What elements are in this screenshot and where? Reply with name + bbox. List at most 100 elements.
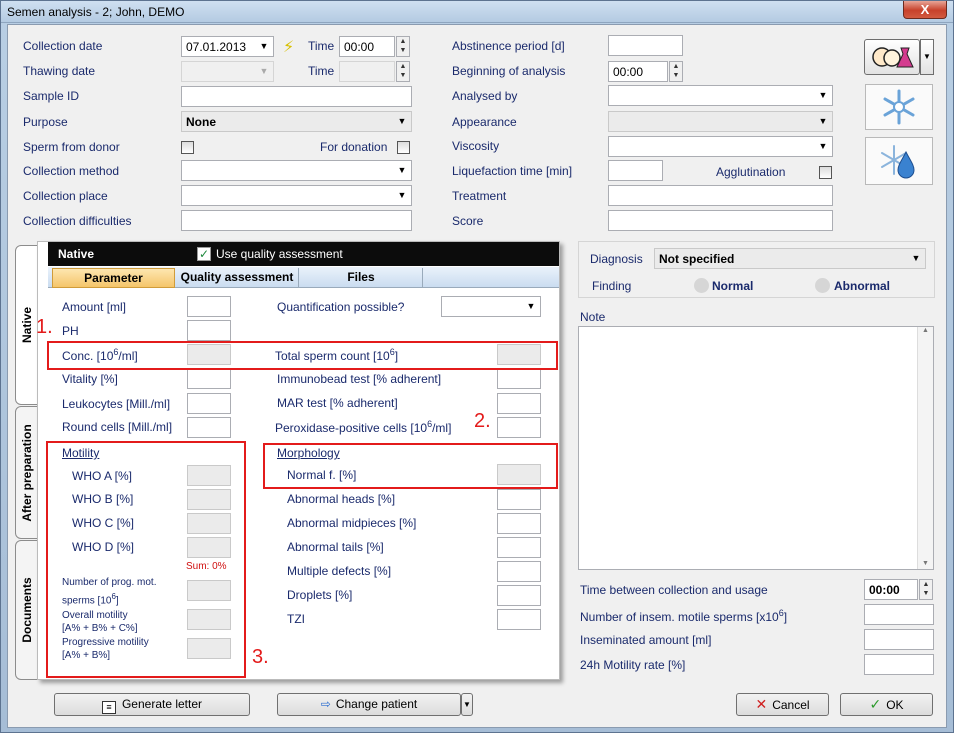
thawing-time-label: Time: [308, 64, 335, 78]
liquefaction-time-input[interactable]: [608, 160, 663, 181]
freeze-button[interactable]: [865, 84, 933, 130]
treatment-input[interactable]: [608, 185, 833, 206]
thawing-date-picker[interactable]: ▼: [181, 61, 274, 82]
collection-date-picker[interactable]: 07.01.2013 ▼: [181, 36, 274, 57]
diagnosis-select[interactable]: Not specified ▼: [654, 248, 926, 269]
ok-button[interactable]: ✓ OK: [840, 693, 933, 716]
collection-method-select[interactable]: ▼: [181, 160, 412, 181]
abnormal-midpieces-input[interactable]: [497, 513, 541, 534]
ph-input[interactable]: [187, 320, 231, 341]
collection-time-spinner[interactable]: ▲ ▼: [396, 36, 410, 57]
insem-motile-input[interactable]: [864, 604, 934, 625]
chevron-down-icon[interactable]: ▼: [920, 39, 934, 75]
quantification-select[interactable]: ▼: [441, 296, 541, 317]
spin-up-icon[interactable]: ▲: [397, 37, 409, 46]
viscosity-label: Viscosity: [452, 139, 500, 153]
use-quality-checkbox[interactable]: ✓: [197, 247, 211, 261]
droplets-label: Droplets [%]: [287, 588, 353, 602]
partner-lab-button[interactable]: [864, 39, 920, 75]
chevron-down-icon[interactable]: ▼: [461, 693, 473, 716]
highlight-box-3: [46, 441, 246, 678]
score-input[interactable]: [608, 210, 833, 231]
collection-method-label: Collection method: [23, 164, 120, 178]
mar-test-input[interactable]: [497, 393, 541, 414]
close-window-button[interactable]: X: [903, 1, 947, 19]
spin-down-icon[interactable]: ▼: [920, 589, 932, 598]
cancel-button[interactable]: ✕ Cancel: [736, 693, 829, 716]
sample-id-input[interactable]: [181, 86, 412, 107]
tzi-input[interactable]: [497, 609, 541, 630]
mar-test-label: MAR test [% adherent]: [277, 396, 398, 410]
spin-down-icon[interactable]: ▼: [397, 71, 409, 80]
purpose-value: None: [186, 115, 216, 129]
analysed-by-select[interactable]: ▼: [608, 85, 833, 106]
score-label: Score: [452, 214, 484, 228]
sperm-from-donor-checkbox[interactable]: [181, 141, 194, 154]
tab-quality-assessment[interactable]: Quality assessment: [176, 268, 299, 288]
abnormal-tails-input[interactable]: [497, 537, 541, 558]
multiple-defects-input[interactable]: [497, 561, 541, 582]
tab-after-preparation[interactable]: After preparation: [15, 406, 38, 539]
collection-place-select[interactable]: ▼: [181, 185, 412, 206]
collection-difficulties-input[interactable]: [181, 210, 412, 231]
time-between-spinner[interactable]: ▲ ▼: [919, 579, 933, 600]
appearance-select[interactable]: ▼: [608, 111, 833, 132]
spin-up-icon[interactable]: ▲: [670, 62, 682, 71]
motility-rate-input[interactable]: [864, 654, 934, 675]
normal-radio[interactable]: [694, 278, 709, 293]
spin-up-icon[interactable]: ▲: [397, 62, 409, 71]
round-cells-input[interactable]: [187, 417, 231, 438]
purpose-select[interactable]: None ▼: [181, 111, 412, 132]
beginning-of-analysis-input[interactable]: 00:00: [608, 61, 668, 82]
for-donation-label: For donation: [320, 140, 388, 154]
insem-motile-tail: ]: [783, 610, 788, 624]
scroll-down-icon[interactable]: ▼: [918, 560, 933, 567]
droplets-input[interactable]: [497, 585, 541, 606]
collection-time-label: Time: [308, 39, 335, 53]
vitality-label: Vitality [%]: [62, 372, 118, 386]
viscosity-select[interactable]: ▼: [608, 136, 833, 157]
thaw-button[interactable]: [865, 137, 933, 185]
beginning-spinner[interactable]: ▲ ▼: [669, 61, 683, 82]
collection-time-input[interactable]: 00:00: [339, 36, 395, 57]
peroxidase-input[interactable]: [497, 417, 541, 438]
beginning-of-analysis-label: Beginning of analysis: [452, 64, 566, 78]
annotation-2: 2.: [474, 410, 491, 432]
abnormal-radio[interactable]: [815, 278, 830, 293]
vitality-input[interactable]: [187, 368, 231, 389]
time-between-input[interactable]: 00:00: [864, 579, 918, 600]
for-donation-checkbox[interactable]: [397, 141, 410, 154]
multiple-defects-label: Multiple defects [%]: [287, 564, 392, 578]
chevron-down-icon: ▼: [818, 141, 828, 151]
lightning-icon[interactable]: ⚡: [283, 37, 294, 57]
normal-radio-label: Normal: [712, 279, 754, 293]
tab-parameter[interactable]: Parameter: [52, 268, 175, 288]
spin-down-icon[interactable]: ▼: [397, 46, 409, 55]
spin-down-icon[interactable]: ▼: [670, 71, 682, 80]
abnormal-heads-input[interactable]: [497, 489, 541, 510]
finding-label: Finding: [592, 279, 632, 293]
chevron-down-icon: ▼: [397, 165, 407, 175]
scroll-up-icon[interactable]: ▲: [918, 327, 933, 334]
thawing-time-input[interactable]: [339, 61, 395, 82]
abstinence-period-input[interactable]: [608, 35, 683, 56]
generate-letter-button[interactable]: ≡ Generate letter: [54, 693, 250, 716]
note-textarea[interactable]: [578, 326, 934, 570]
agglutination-checkbox[interactable]: [819, 166, 832, 179]
tab-documents[interactable]: Documents: [15, 540, 38, 680]
note-scrollbar[interactable]: ▲ ▼: [917, 327, 933, 569]
inseminated-amount-input[interactable]: [864, 629, 934, 650]
cancel-x-icon: ✕: [755, 696, 768, 712]
change-patient-button[interactable]: ⇨ Change patient: [277, 693, 461, 716]
tab-files[interactable]: Files: [300, 268, 423, 288]
abnormal-heads-label: Abnormal heads [%]: [287, 492, 396, 506]
quantification-label: Quantification possible?: [277, 300, 405, 314]
note-label: Note: [580, 310, 606, 324]
immunobead-input[interactable]: [497, 368, 541, 389]
treatment-label: Treatment: [452, 189, 507, 203]
amount-input[interactable]: [187, 296, 231, 317]
tab-native-side[interactable]: Native: [15, 245, 38, 405]
leukocytes-input[interactable]: [187, 393, 231, 414]
spin-up-icon[interactable]: ▲: [920, 580, 932, 589]
thawing-time-spinner[interactable]: ▲ ▼: [396, 61, 410, 82]
